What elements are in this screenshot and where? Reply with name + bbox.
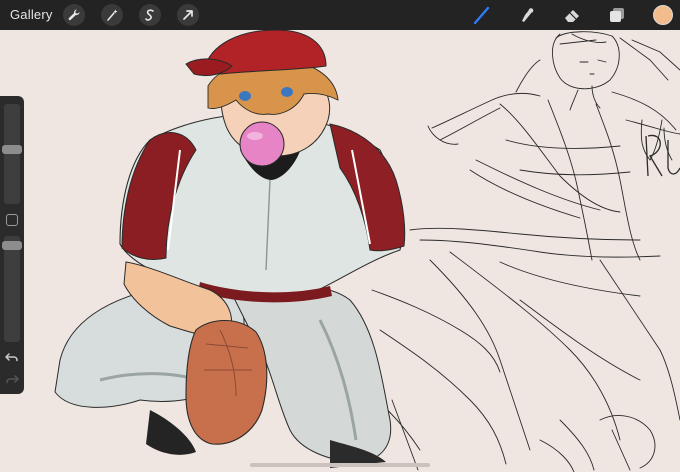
top-toolbar: Gallery — [0, 0, 680, 30]
opacity-thumb[interactable] — [2, 240, 22, 250]
transform-button[interactable] — [177, 4, 199, 26]
eraser-tool-button[interactable] — [561, 4, 583, 26]
drawing-canvas[interactable] — [0, 30, 680, 472]
home-indicator — [250, 463, 430, 467]
colored-figure — [54, 30, 406, 468]
artwork — [54, 30, 680, 472]
redo-button[interactable] — [4, 372, 20, 388]
undo-icon — [5, 353, 18, 362]
wrench-icon — [68, 9, 80, 21]
modify-button[interactable] — [6, 214, 18, 226]
magic-wand-icon — [107, 9, 118, 21]
adjustments-button[interactable] — [101, 4, 123, 26]
gallery-button[interactable]: Gallery — [10, 7, 53, 22]
brush-icon — [473, 6, 490, 25]
layers-button[interactable] — [606, 4, 628, 26]
opacity-slider[interactable] — [4, 236, 20, 342]
pencil-sketch — [349, 31, 680, 472]
undo-button[interactable] — [4, 350, 20, 366]
selection-icon — [145, 9, 154, 21]
brush-tool-button[interactable] — [471, 4, 493, 26]
actions-button[interactable] — [63, 4, 85, 26]
color-picker-swatch[interactable] — [653, 5, 673, 25]
sketch-lettering — [645, 134, 680, 177]
redo-icon — [6, 375, 19, 384]
transform-arrow-icon — [183, 10, 193, 20]
eraser-icon — [565, 10, 579, 22]
smudge-icon — [522, 8, 534, 22]
brush-size-thumb[interactable] — [2, 144, 22, 154]
brush-size-slider[interactable] — [4, 104, 20, 204]
left-sidebar — [0, 96, 24, 394]
layers-icon — [610, 8, 624, 22]
selection-button[interactable] — [139, 4, 161, 26]
smudge-tool-button[interactable] — [516, 4, 538, 26]
